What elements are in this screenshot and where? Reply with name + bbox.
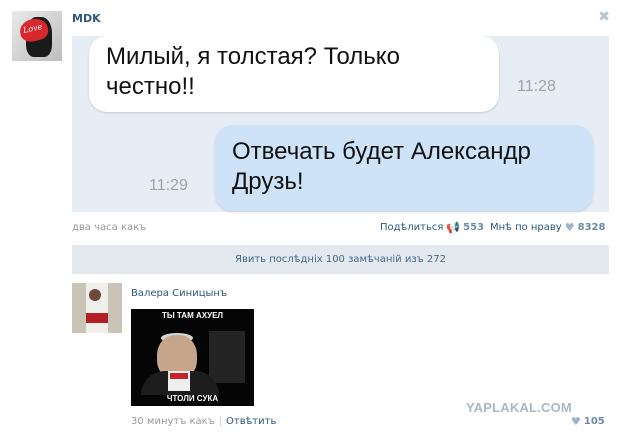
like-button[interactable]: Мнѣ по нраву ♥ 8328: [490, 221, 605, 234]
heart-icon: ♥: [564, 221, 575, 234]
meme-bowtie: [170, 373, 188, 379]
heart-icon: ♥: [571, 415, 581, 428]
share-button[interactable]: Подѣлиться 📢 553: [380, 221, 484, 234]
post-author-name[interactable]: MDK: [72, 12, 101, 25]
reply-button[interactable]: Отвѣтить: [226, 416, 276, 427]
close-icon[interactable]: ✖: [598, 9, 610, 25]
post-timestamp[interactable]: два часа какъ: [72, 222, 146, 233]
like-count: 8328: [577, 222, 606, 233]
outgoing-message-time: 11:29: [149, 177, 188, 194]
comment-like-button[interactable]: ♥ 105: [571, 415, 605, 428]
like-label: Мнѣ по нраву: [490, 222, 562, 233]
incoming-message-bubble: Милый, я толстая? Только честно!!: [89, 36, 499, 112]
avatar-belt: [86, 313, 108, 323]
outgoing-message-bubble: Отвечать будет Александр Друзь!: [215, 125, 593, 211]
site-watermark: YAPLAKAL.COM: [466, 400, 572, 415]
commenter-name[interactable]: Валера Синицынъ: [131, 288, 227, 299]
share-label: Подѣлиться: [380, 222, 444, 233]
incoming-message-time: 11:28: [517, 78, 556, 95]
incoming-message-text: Милый, я толстая? Только честно!!: [106, 43, 400, 100]
comment-timestamp[interactable]: 30 минутъ какъ: [131, 416, 215, 427]
avatar-head: [89, 289, 101, 301]
megaphone-icon: 📢: [446, 221, 461, 234]
commenter-avatar[interactable]: [72, 283, 122, 333]
chat-screenshot: Милый, я толстая? Только честно!! 11:28 …: [72, 36, 609, 212]
comment-separator: |: [219, 416, 223, 427]
share-count: 553: [463, 222, 484, 233]
meme-background-figure: [209, 331, 245, 383]
post-author-avatar[interactable]: Love: [12, 11, 62, 61]
show-comments-button[interactable]: Явить послѣднiх 100 замѣчанiй изъ 272: [72, 245, 609, 274]
meme-bottom-caption: ЧТОЛИ СУКА: [166, 394, 219, 403]
show-comments-label: Явить послѣднiх 100 замѣчанiй изъ 272: [235, 254, 446, 265]
comment-like-count: 105: [583, 416, 605, 427]
outgoing-message-text: Отвечать будет Александр Друзь!: [232, 138, 531, 195]
comment-meme-image[interactable]: ТЫ ТАМ АХУЕЛ ЧТОЛИ СУКА: [131, 309, 254, 406]
meme-top-caption: ТЫ ТАМ АХУЕЛ: [161, 311, 224, 320]
